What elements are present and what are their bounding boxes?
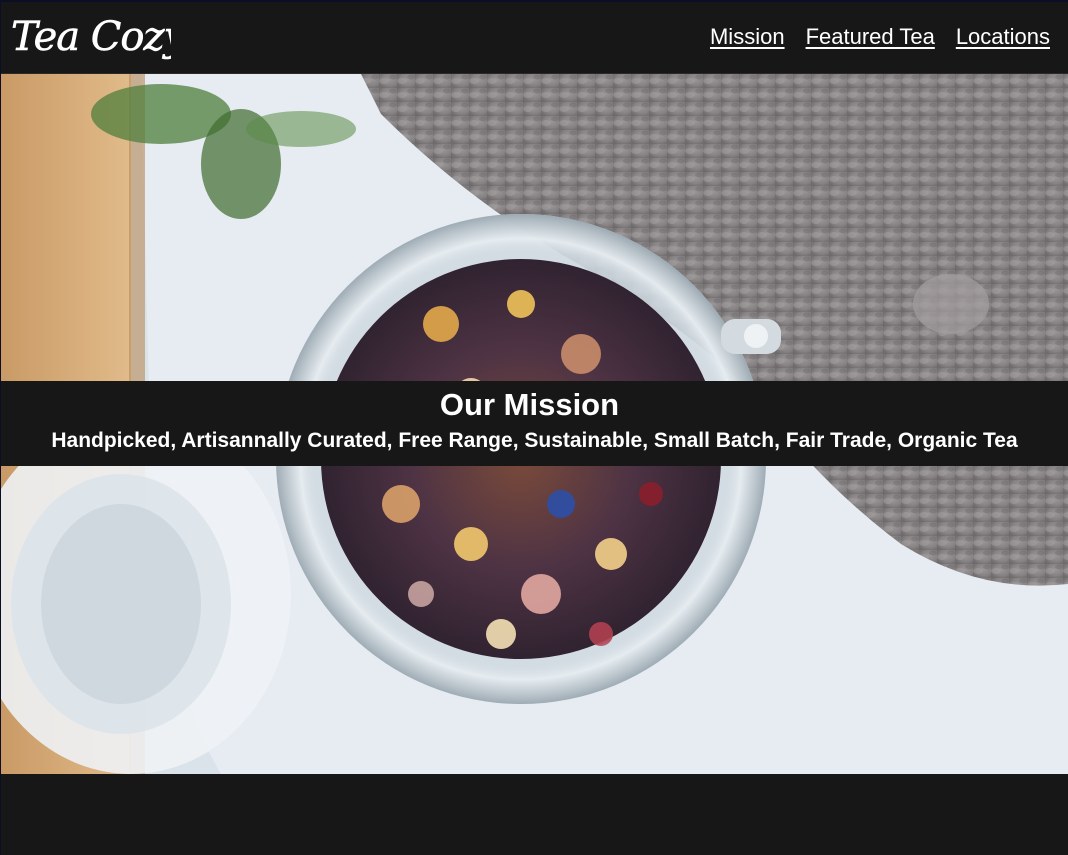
site-logo[interactable]: Tea Cozy	[11, 8, 171, 66]
page: Tea Cozy Mission Featured Tea Locations	[0, 0, 1068, 855]
mission-title: Our Mission	[439, 387, 620, 422]
site-logo-text: Tea Cozy	[11, 14, 171, 60]
dark-section	[1, 774, 1068, 855]
mission-banner: Our Mission Handpicked, Artisannally Cur…	[1, 381, 1068, 466]
main-nav: Mission Featured Tea Locations	[710, 24, 1050, 50]
nav-link-locations[interactable]: Locations	[956, 24, 1050, 50]
nav-link-mission[interactable]: Mission	[710, 24, 785, 50]
mission-hero-section: Our Mission Handpicked, Artisannally Cur…	[1, 74, 1068, 774]
site-header: Tea Cozy Mission Featured Tea Locations	[1, 2, 1068, 74]
nav-link-featured-tea[interactable]: Featured Tea	[806, 24, 935, 50]
mission-subtitle: Handpicked, Artisannally Curated, Free R…	[51, 429, 1018, 452]
